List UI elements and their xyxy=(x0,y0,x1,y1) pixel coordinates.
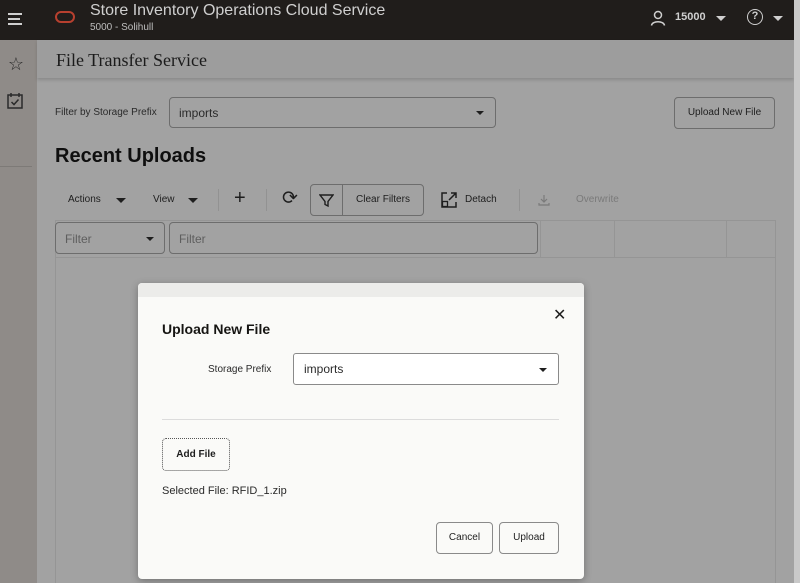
page-header: File Transfer Service xyxy=(37,40,794,78)
filter-label: Filter by Storage Prefix xyxy=(55,107,157,118)
hamburger-menu-icon[interactable] xyxy=(8,13,22,25)
view-menu-button[interactable]: View xyxy=(153,194,175,205)
store-label: 5000 - Solihull xyxy=(90,22,154,33)
page-scrollbar[interactable] xyxy=(794,0,800,583)
actions-label: Actions xyxy=(68,194,101,205)
user-icon[interactable] xyxy=(650,10,666,26)
chevron-down-icon xyxy=(146,237,154,241)
calendar-check-icon[interactable] xyxy=(7,92,23,109)
view-label: View xyxy=(153,194,175,205)
refresh-icon[interactable]: ⟳ xyxy=(282,187,298,210)
upload-new-file-dialog: Upload New File ✕ Storage Prefix imports… xyxy=(138,283,584,579)
input-placeholder: Filter xyxy=(179,232,206,246)
user-menu-button[interactable]: 15000 xyxy=(675,11,706,23)
chevron-down-icon[interactable] xyxy=(716,16,726,21)
cancel-button[interactable]: Cancel xyxy=(436,522,493,554)
selected-file-text: Selected File: RFID_1.zip xyxy=(162,485,287,497)
app-header: Store Inventory Operations Cloud Service… xyxy=(0,0,794,40)
close-icon[interactable]: ✕ xyxy=(553,305,566,325)
storage-prefix-filter-select[interactable]: imports xyxy=(169,97,496,128)
filter-icon[interactable] xyxy=(319,193,334,208)
page-title: File Transfer Service xyxy=(56,50,207,70)
help-icon[interactable]: ? xyxy=(747,9,763,25)
oracle-logo xyxy=(55,11,75,23)
chevron-down-icon xyxy=(188,198,198,203)
toolbar-separator xyxy=(218,189,219,211)
chevron-down-icon xyxy=(116,198,126,203)
dialog-divider xyxy=(162,419,559,420)
storage-prefix-label: Storage Prefix xyxy=(208,364,272,375)
filter-input[interactable]: Filter xyxy=(169,222,538,254)
download-icon xyxy=(538,195,550,206)
actions-menu-button[interactable]: Actions xyxy=(68,194,101,205)
star-icon[interactable]: ☆ xyxy=(6,54,26,74)
select-value: imports xyxy=(179,106,219,120)
dialog-title: Upload New File xyxy=(162,321,271,337)
overwrite-button: Overwrite xyxy=(576,194,619,205)
upload-new-file-button[interactable]: Upload New File xyxy=(674,97,775,129)
rail-divider xyxy=(0,166,32,167)
filter-toggle-group: Clear Filters xyxy=(310,184,424,216)
detach-icon[interactable] xyxy=(441,192,457,208)
select-value: imports xyxy=(304,362,344,376)
upload-button[interactable]: Upload xyxy=(499,522,559,554)
side-rail: ☆ xyxy=(0,40,37,583)
toolbar-separator xyxy=(519,189,520,211)
filter-column-select[interactable]: Filter xyxy=(55,222,165,254)
clear-filters-button[interactable]: Clear Filters xyxy=(343,185,423,215)
add-icon[interactable]: + xyxy=(234,187,246,210)
chevron-down-icon xyxy=(539,368,547,372)
chevron-down-icon[interactable] xyxy=(773,16,783,21)
storage-prefix-select[interactable]: imports xyxy=(293,353,559,385)
dialog-drag-handle[interactable] xyxy=(138,283,584,297)
chevron-down-icon xyxy=(476,111,484,115)
detach-button[interactable]: Detach xyxy=(465,194,497,205)
toolbar-separator xyxy=(266,189,267,211)
add-file-button[interactable]: Add File xyxy=(162,438,230,471)
select-placeholder: Filter xyxy=(65,232,92,246)
app-title: Store Inventory Operations Cloud Service xyxy=(90,2,386,19)
section-title: Recent Uploads xyxy=(55,145,207,167)
